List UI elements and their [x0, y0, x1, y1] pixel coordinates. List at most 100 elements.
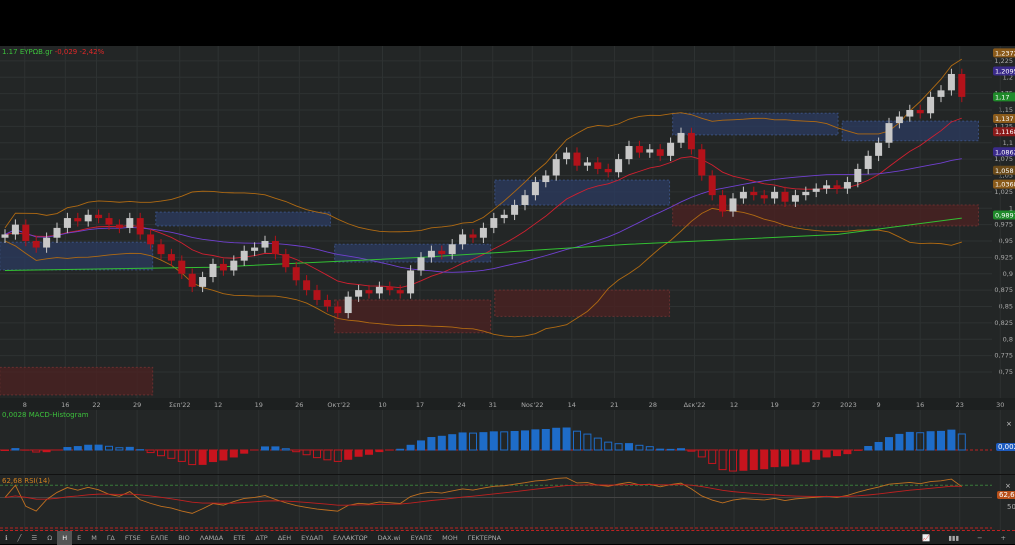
list-icon[interactable]: ☰ — [26, 531, 42, 545]
candle-up[interactable] — [85, 215, 92, 222]
candle-down[interactable] — [33, 241, 40, 248]
candle-up[interactable] — [792, 195, 799, 202]
candle-down[interactable] — [189, 274, 196, 287]
symbol-shortcut-0[interactable]: Ω — [42, 531, 57, 545]
candle-up[interactable] — [823, 185, 830, 188]
candle-up[interactable] — [813, 189, 820, 192]
candle-down[interactable] — [324, 300, 331, 307]
chart-area[interactable]: 1,2251,21,1751,151,1251,11,0751,051,0251… — [0, 46, 1015, 530]
candle-up[interactable] — [553, 159, 560, 175]
candle-up[interactable] — [199, 277, 206, 287]
candle-down[interactable] — [168, 254, 175, 261]
candle-up[interactable] — [355, 290, 362, 297]
candle-down[interactable] — [178, 261, 185, 274]
candle-up[interactable] — [626, 146, 633, 159]
candle-up[interactable] — [126, 218, 133, 228]
candle-up[interactable] — [43, 238, 50, 248]
symbol-shortcut-3[interactable]: M — [86, 531, 102, 545]
candle-down[interactable] — [334, 307, 341, 314]
candle-down[interactable] — [220, 264, 227, 271]
symbol-shortcut-4[interactable]: ΓΔ — [102, 531, 120, 545]
candle-down[interactable] — [22, 225, 29, 241]
candle-down[interactable] — [750, 192, 757, 195]
symbol-shortcut-11[interactable]: ΔΕΗ — [273, 531, 296, 545]
candle-down[interactable] — [438, 251, 445, 254]
symbol-shortcut-17[interactable]: ΓΕΚΤΕΡΝΑ — [463, 531, 506, 545]
candle-up[interactable] — [802, 192, 809, 195]
candle-down[interactable] — [782, 192, 789, 202]
candle-down[interactable] — [719, 195, 726, 211]
candle-up[interactable] — [511, 205, 518, 215]
candle-up[interactable] — [542, 176, 549, 183]
symbol-shortcut-5[interactable]: FTSE — [120, 531, 146, 545]
close-rsi-icon[interactable]: × — [1005, 482, 1011, 490]
candle-up[interactable] — [875, 143, 882, 156]
symbol-shortcut-12[interactable]: ΕΥΔΑΠ — [296, 531, 328, 545]
candle-up[interactable] — [345, 297, 352, 313]
symbol-shortcut-13[interactable]: ΕΛΛΑΚΤΩΡ — [328, 531, 373, 545]
info-icon[interactable]: ℹ — [0, 531, 12, 545]
candle-down[interactable] — [272, 241, 279, 254]
candle-up[interactable] — [854, 169, 861, 182]
chart-type-icon[interactable]: 📈 — [917, 531, 935, 545]
candle-up[interactable] — [865, 156, 872, 169]
draw-line-icon[interactable]: ╱ — [12, 531, 26, 545]
candle-down[interactable] — [95, 215, 102, 218]
candle-up[interactable] — [490, 218, 497, 228]
candle-up[interactable] — [906, 110, 913, 117]
candle-up[interactable] — [927, 97, 934, 113]
zoom-out-button[interactable]: − — [972, 531, 987, 545]
candle-down[interactable] — [293, 267, 300, 280]
candle-up[interactable] — [251, 248, 258, 251]
candle-up[interactable] — [896, 117, 903, 124]
candle-up[interactable] — [522, 195, 529, 205]
candle-up[interactable] — [12, 225, 19, 235]
candle-down[interactable] — [106, 218, 113, 225]
candle-up[interactable] — [771, 192, 778, 199]
candle-down[interactable] — [386, 287, 393, 290]
candle-up[interactable] — [844, 182, 851, 189]
candle-up[interactable] — [418, 257, 425, 270]
candle-down[interactable] — [158, 244, 165, 254]
candle-down[interactable] — [698, 149, 705, 175]
candle-up[interactable] — [886, 123, 893, 143]
zoom-in-button[interactable]: + — [996, 531, 1011, 545]
candle-down[interactable] — [314, 290, 321, 300]
candle-down[interactable] — [594, 162, 601, 169]
candle-down[interactable] — [917, 110, 924, 113]
candle-up[interactable] — [64, 218, 71, 228]
symbol-shortcut-10[interactable]: ΔΤΡ — [250, 531, 272, 545]
candle-down[interactable] — [709, 176, 716, 196]
candle-up[interactable] — [230, 261, 237, 271]
candle-up[interactable] — [407, 270, 414, 293]
symbol-shortcut-16[interactable]: ΜΟΗ — [437, 531, 463, 545]
candle-down[interactable] — [282, 254, 289, 267]
bar-chart-icon[interactable]: ▮▮▮ — [943, 531, 964, 545]
candle-up[interactable] — [459, 234, 466, 244]
symbol-shortcut-15[interactable]: ΕΥΑΠΣ — [406, 531, 438, 545]
rsi-panel[interactable] — [0, 475, 1015, 530]
candle-down[interactable] — [137, 218, 144, 234]
candle-down[interactable] — [636, 146, 643, 153]
candle-up[interactable] — [615, 159, 622, 172]
candle-up[interactable] — [646, 149, 653, 152]
candle-up[interactable] — [241, 251, 248, 261]
candle-up[interactable] — [667, 143, 674, 156]
symbol-shortcut-7[interactable]: ΒΙΟ — [173, 531, 195, 545]
candle-down[interactable] — [470, 234, 477, 237]
candle-down[interactable] — [116, 225, 123, 228]
candle-down[interactable] — [958, 74, 965, 97]
candle-up[interactable] — [428, 251, 435, 258]
candle-down[interactable] — [605, 169, 612, 172]
candle-up[interactable] — [938, 90, 945, 97]
candle-down[interactable] — [761, 195, 768, 198]
candle-up[interactable] — [376, 287, 383, 294]
candle-up[interactable] — [563, 153, 570, 160]
candle-up[interactable] — [2, 234, 9, 237]
candle-up[interactable] — [584, 162, 591, 165]
candle-down[interactable] — [303, 280, 310, 290]
symbol-shortcut-2[interactable]: E — [72, 531, 86, 545]
candle-up[interactable] — [210, 264, 217, 277]
candle-down[interactable] — [147, 234, 154, 244]
symbol-shortcut-8[interactable]: ΛΑΜΔΑ — [195, 531, 228, 545]
